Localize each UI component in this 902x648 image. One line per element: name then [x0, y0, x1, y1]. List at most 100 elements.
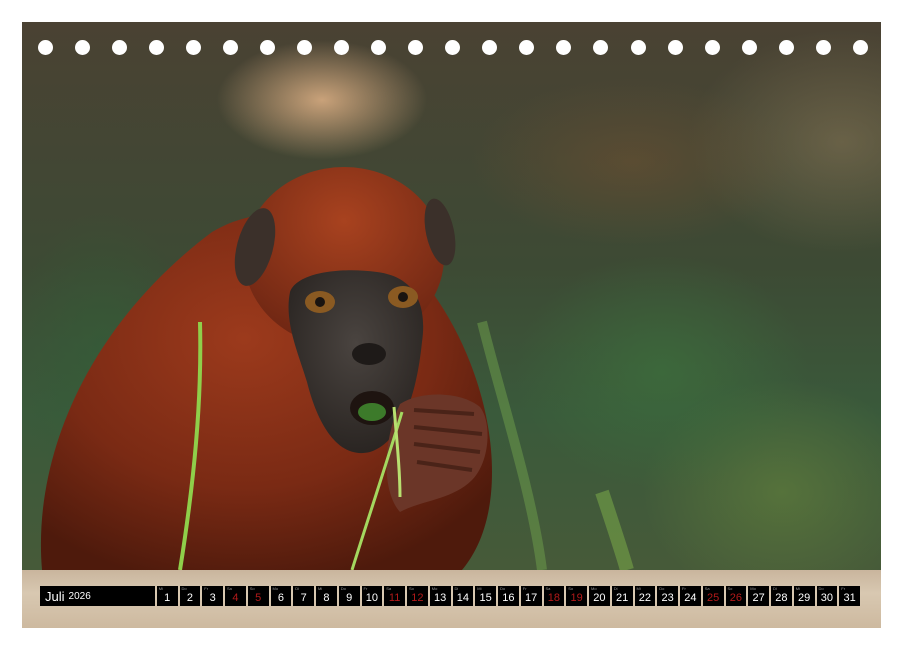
day-abbr: Fr	[841, 586, 846, 591]
day-cell: Mo 20	[589, 586, 610, 606]
calendar-strip: Juli 2026 Mi 1 Do 2 Fr 3 Sa 4 So 5 Mo 6 Di 7 Mi 8 Do 9 Fr 1…	[40, 586, 860, 606]
hanger-hole	[704, 40, 720, 55]
day-cell: Mo 27	[748, 586, 769, 606]
day-abbr: Mi	[636, 586, 641, 591]
calendar-page	[22, 22, 881, 628]
hanger-hole	[593, 40, 609, 55]
hanger-hole	[741, 40, 757, 55]
day-abbr: Di	[454, 586, 459, 591]
day-cell: So 26	[725, 586, 747, 606]
hanger-hole	[445, 40, 461, 55]
day-number: 9	[346, 592, 353, 604]
hanger-hole	[482, 40, 498, 55]
day-abbr: Mi	[158, 586, 163, 591]
day-number: 24	[684, 592, 697, 604]
day-abbr: Sa	[704, 586, 710, 591]
day-cell: Sa 18	[543, 586, 565, 606]
day-number: 22	[638, 592, 651, 604]
day-number: 30	[820, 592, 833, 604]
day-abbr: Di	[295, 586, 300, 591]
day-abbr: Mi	[477, 586, 482, 591]
day-cell: Mo 13	[429, 586, 451, 606]
day-cell: So 19	[566, 586, 587, 606]
day-abbr: Do	[500, 586, 506, 591]
hanger-hole	[556, 40, 572, 55]
day-abbr: So	[568, 586, 574, 591]
day-cell: Fr 24	[680, 586, 701, 606]
day-abbr: Di	[773, 586, 777, 591]
day-cell: Fr 3	[202, 586, 223, 606]
month-name: Juli	[45, 588, 65, 604]
hanger-hole	[519, 40, 535, 55]
day-cell: Mi 29	[793, 586, 815, 606]
hanger-hole	[667, 40, 683, 55]
day-cell: Sa 25	[702, 586, 724, 606]
day-abbr: Sa	[227, 586, 232, 591]
day-number: 5	[255, 592, 262, 604]
day-abbr: Di	[613, 586, 618, 591]
day-abbr: Do	[659, 586, 665, 591]
day-cell: Do 30	[816, 586, 838, 606]
day-abbr: Do	[340, 586, 346, 591]
day-number: 16	[502, 592, 515, 604]
day-abbr: Mi	[318, 586, 323, 591]
hanger-holes	[38, 40, 868, 56]
day-cell: Fr 10	[361, 586, 383, 606]
day-cell: Mi 1	[156, 586, 178, 606]
day-number: 23	[661, 592, 674, 604]
day-cell: So 12	[407, 586, 428, 606]
hanger-hole	[186, 40, 202, 55]
day-abbr: Fr	[363, 586, 368, 591]
day-cell: Mo 6	[270, 586, 292, 606]
day-number: 25	[707, 592, 720, 604]
hanger-hole	[223, 40, 239, 55]
month-year: 2026	[68, 590, 91, 602]
day-abbr: Mo	[591, 586, 597, 591]
day-number: 10	[365, 592, 378, 604]
day-number: 2	[186, 592, 193, 604]
hanger-hole	[112, 40, 128, 55]
hanger-hole	[38, 40, 53, 55]
day-number: 13	[434, 592, 447, 604]
hanger-hole	[260, 40, 276, 55]
day-number: 17	[525, 592, 538, 604]
day-number: 28	[775, 592, 788, 604]
hanger-hole	[371, 40, 387, 55]
hanger-hole	[852, 40, 868, 55]
day-abbr: Sa	[386, 586, 392, 591]
hanger-hole	[408, 40, 424, 55]
day-cell: Do 16	[498, 586, 519, 606]
day-abbr: So	[727, 586, 733, 591]
day-abbr: So	[249, 586, 255, 591]
day-number: 27	[752, 592, 765, 604]
month-label-box: Juli 2026	[40, 586, 155, 606]
day-cell: Do 2	[179, 586, 201, 606]
hanger-hole	[630, 40, 646, 55]
day-cell: Di 21	[611, 586, 633, 606]
day-number: 7	[300, 592, 307, 604]
day-abbr: Mo	[272, 586, 279, 591]
day-abbr: Mo	[750, 586, 756, 591]
day-cell: Di 14	[452, 586, 474, 606]
day-cell: Di 7	[293, 586, 314, 606]
grass-blade	[477, 320, 547, 571]
day-abbr: Do	[818, 586, 824, 591]
day-cell: Do 9	[338, 586, 360, 606]
day-abbr: Fr	[522, 586, 527, 591]
day-number: 3	[209, 592, 216, 604]
day-number: 15	[479, 592, 492, 604]
day-cell: Fr 17	[520, 586, 542, 606]
day-number: 20	[593, 592, 606, 604]
day-cell: Do 23	[657, 586, 678, 606]
hanger-hole	[815, 40, 831, 55]
day-abbr: So	[409, 586, 414, 591]
day-cell: Di 28	[771, 586, 792, 606]
hanger-hole	[297, 40, 313, 55]
day-abbr: Mo	[431, 586, 438, 591]
day-cell: Fr 31	[839, 586, 860, 606]
day-number: 29	[798, 592, 811, 604]
day-abbr: Fr	[204, 586, 209, 591]
day-cell: Mi 15	[475, 586, 496, 606]
day-cell: Mi 22	[634, 586, 656, 606]
day-number: 19	[570, 592, 583, 604]
